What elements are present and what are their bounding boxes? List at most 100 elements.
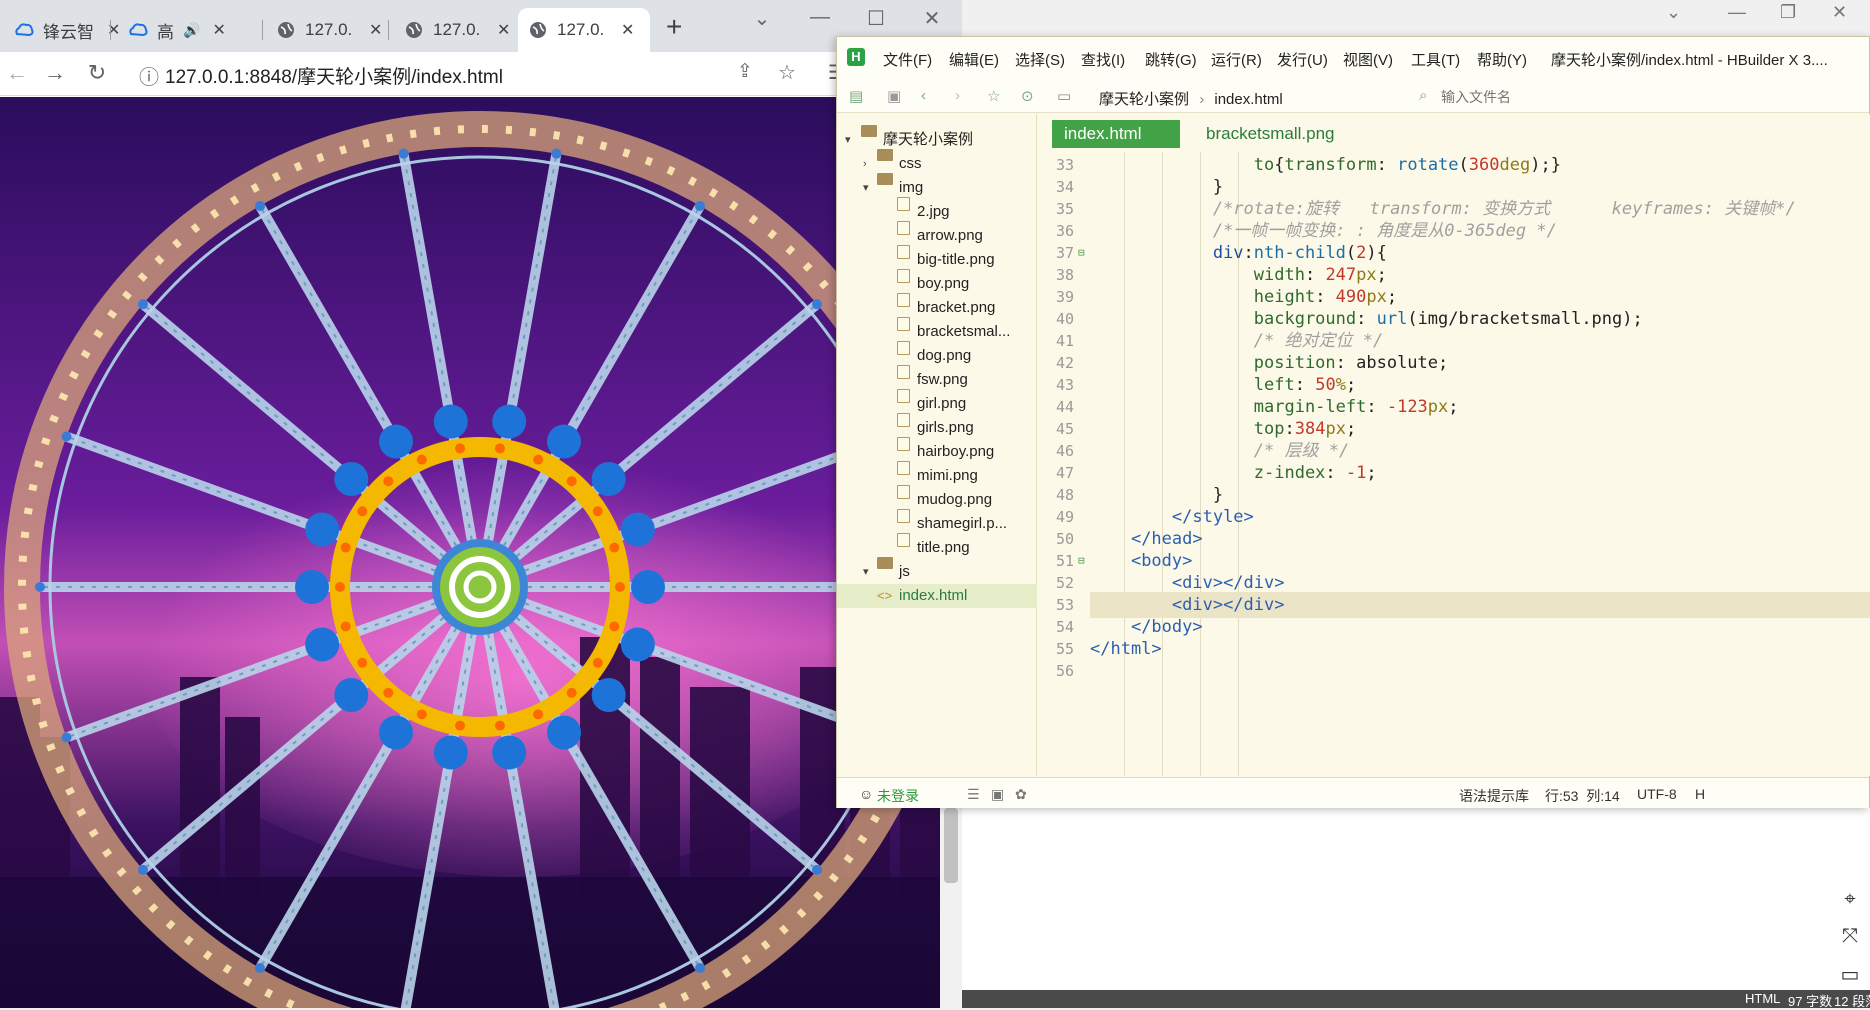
forward-icon[interactable]: › (955, 87, 960, 104)
close-window-button[interactable]: ✕ (912, 6, 952, 31)
encoding[interactable]: UTF-8 (1637, 786, 1677, 802)
dropdown-icon[interactable]: ⌄ (1666, 2, 1681, 23)
hub-light (533, 454, 544, 465)
save-icon[interactable]: ▣ (887, 87, 901, 105)
close-icon[interactable]: ✕ (497, 20, 510, 40)
close-button[interactable]: ✕ (1832, 2, 1847, 23)
hub-light (615, 582, 625, 592)
tree-folder-css[interactable]: › css (837, 149, 1037, 176)
tab-bracketsmall-png[interactable]: bracketsmall.png (1206, 120, 1335, 148)
menu-find[interactable]: 查找(I) (1081, 49, 1125, 70)
menu-select[interactable]: 选择(S) (1015, 49, 1065, 70)
forward-icon[interactable]: → (40, 60, 70, 86)
url-bar[interactable]: 127.0.0.1:8848/摩天轮小案例/index.html (165, 62, 503, 89)
tab-search-icon[interactable]: ⌄ (742, 6, 782, 31)
breadcrumb[interactable]: 摩天轮小案例 › index.html (1099, 88, 1283, 109)
minimize-button[interactable]: — (1728, 2, 1746, 23)
tree-file-item[interactable]: hairboy.png (837, 437, 1037, 464)
menu-edit[interactable]: 编辑(E) (949, 49, 999, 70)
tree-folder-img[interactable]: ▾ img (837, 173, 1037, 200)
tree-file-item[interactable]: dog.png (837, 341, 1037, 368)
spoke-joint (35, 582, 45, 592)
menu-help[interactable]: 帮助(Y) (1477, 49, 1527, 70)
new-tab-button[interactable]: + (666, 13, 682, 41)
hub-bulb (547, 715, 581, 750)
back-icon[interactable]: ‹ (921, 87, 926, 104)
speaker-icon[interactable]: 🔊 (183, 22, 200, 39)
breadcrumb-file[interactable]: index.html (1214, 91, 1282, 108)
line-number: 41 (1055, 332, 1074, 350)
tree-file-item[interactable]: girls.png (837, 413, 1037, 440)
tree-file-item[interactable]: bracketsmal... (837, 317, 1037, 344)
tree-file-item[interactable]: girl.png (837, 389, 1037, 416)
share-icon[interactable]: ⇪ (730, 60, 760, 83)
cursor-position[interactable]: 行:53 列:14 (1545, 786, 1620, 806)
reload-icon[interactable]: ↻ (82, 60, 112, 86)
browser-tab-4[interactable]: 127.0. ✕ (394, 8, 520, 52)
tree-file-item[interactable]: bracket.png (837, 293, 1037, 320)
code-area[interactable]: 33 34 35 36 37 38 39 40 41 42 43 44 45 46 47 48 49 50 51 52… (1038, 152, 1870, 776)
fold-icon[interactable]: ⊟ (1078, 554, 1085, 567)
tree-root[interactable]: ▾ 摩天轮小案例 (837, 125, 1037, 152)
minimize-button[interactable]: — (800, 6, 840, 29)
monitor-icon[interactable]: ▭ (1838, 962, 1862, 987)
menu-run[interactable]: 运行(R) (1211, 49, 1262, 70)
tree-file-item[interactable]: big-title.png (837, 245, 1037, 272)
line-number: 36 (1055, 222, 1074, 240)
line-number: 51 (1055, 552, 1074, 570)
tree-file-item[interactable]: arrow.png (837, 221, 1037, 248)
tree-file-item[interactable]: shamegirl.p... (837, 509, 1037, 536)
maximize-button[interactable]: ☐ (856, 6, 896, 31)
tab-index-html[interactable]: index.html (1052, 120, 1180, 148)
tree-file-item[interactable]: boy.png (837, 269, 1037, 296)
file-search-input[interactable] (1439, 86, 1859, 108)
tree-file-item[interactable]: 2.jpg (837, 197, 1037, 224)
browser-tab-5-active[interactable]: 127.0. ✕ (518, 8, 650, 52)
back-icon[interactable]: ← (2, 60, 32, 86)
tree-file-item[interactable]: fsw.png (837, 365, 1037, 392)
menu-publish[interactable]: 发行(U) (1277, 49, 1328, 70)
close-icon[interactable]: ✕ (212, 20, 225, 40)
plugin-icon[interactable]: ✿ (1015, 786, 1027, 803)
bookmark-star-icon[interactable]: ☆ (772, 60, 802, 85)
restore-button[interactable]: ❐ (1780, 2, 1796, 23)
hub-bulb (433, 735, 468, 770)
line-number: 54 (1055, 618, 1074, 636)
menu-goto[interactable]: 跳转(G) (1145, 49, 1197, 70)
menu-view[interactable]: 视图(V) (1343, 49, 1393, 70)
menu-tools[interactable]: 工具(T) (1411, 49, 1460, 70)
menu-file[interactable]: 文件(F) (883, 49, 932, 70)
info-icon[interactable]: ⓘ (134, 61, 164, 90)
browser-tab-2[interactable]: 高 🔊 ✕ (118, 8, 236, 52)
outer-window-controls: ⌄ — ❐ ✕ (1610, 0, 1870, 30)
close-icon[interactable]: ✕ (369, 20, 382, 40)
hub-light (566, 687, 577, 698)
hub-light (533, 709, 544, 720)
login-status[interactable]: 未登录 (877, 786, 919, 806)
syntax-library[interactable]: 语法提示库 (1459, 786, 1529, 806)
scrollbar-thumb[interactable] (944, 808, 958, 883)
list-icon[interactable]: ☰ (967, 786, 980, 803)
tree-file-item[interactable]: mudog.png (837, 485, 1037, 512)
browser-tab-1[interactable]: 锋云智 ✕ (4, 8, 130, 52)
line-number: 50 (1055, 530, 1074, 548)
run-icon[interactable]: ⊙ (1021, 87, 1034, 105)
tree-folder-js[interactable]: ▾ js (837, 557, 1037, 584)
image-file-icon (897, 365, 910, 379)
tree-file-item[interactable]: mimi.png (837, 461, 1037, 488)
tree-file-item[interactable]: title.png (837, 533, 1037, 560)
collapse-icon[interactable]: ⤧ (1838, 925, 1862, 948)
close-icon[interactable]: ✕ (621, 20, 634, 40)
hub-light (416, 709, 427, 720)
fold-icon[interactable]: ⊟ (1078, 246, 1085, 259)
browser-tab-3[interactable]: 127.0. ✕ (266, 8, 392, 52)
hub-bulb (379, 424, 413, 459)
tree-file-index[interactable]: <> index.html (837, 584, 1037, 608)
window-title: 摩天轮小案例/index.html - HBuilder X 3.... (1551, 52, 1828, 69)
breadcrumb-project[interactable]: 摩天轮小案例 (1099, 91, 1189, 108)
hub-bulb (433, 404, 468, 439)
new-file-icon[interactable]: ▤ (849, 87, 863, 105)
locate-icon[interactable]: ⌖ (1838, 888, 1862, 911)
terminal-icon[interactable]: ▣ (991, 786, 1004, 803)
favorite-star-icon[interactable]: ☆ (987, 87, 1000, 105)
